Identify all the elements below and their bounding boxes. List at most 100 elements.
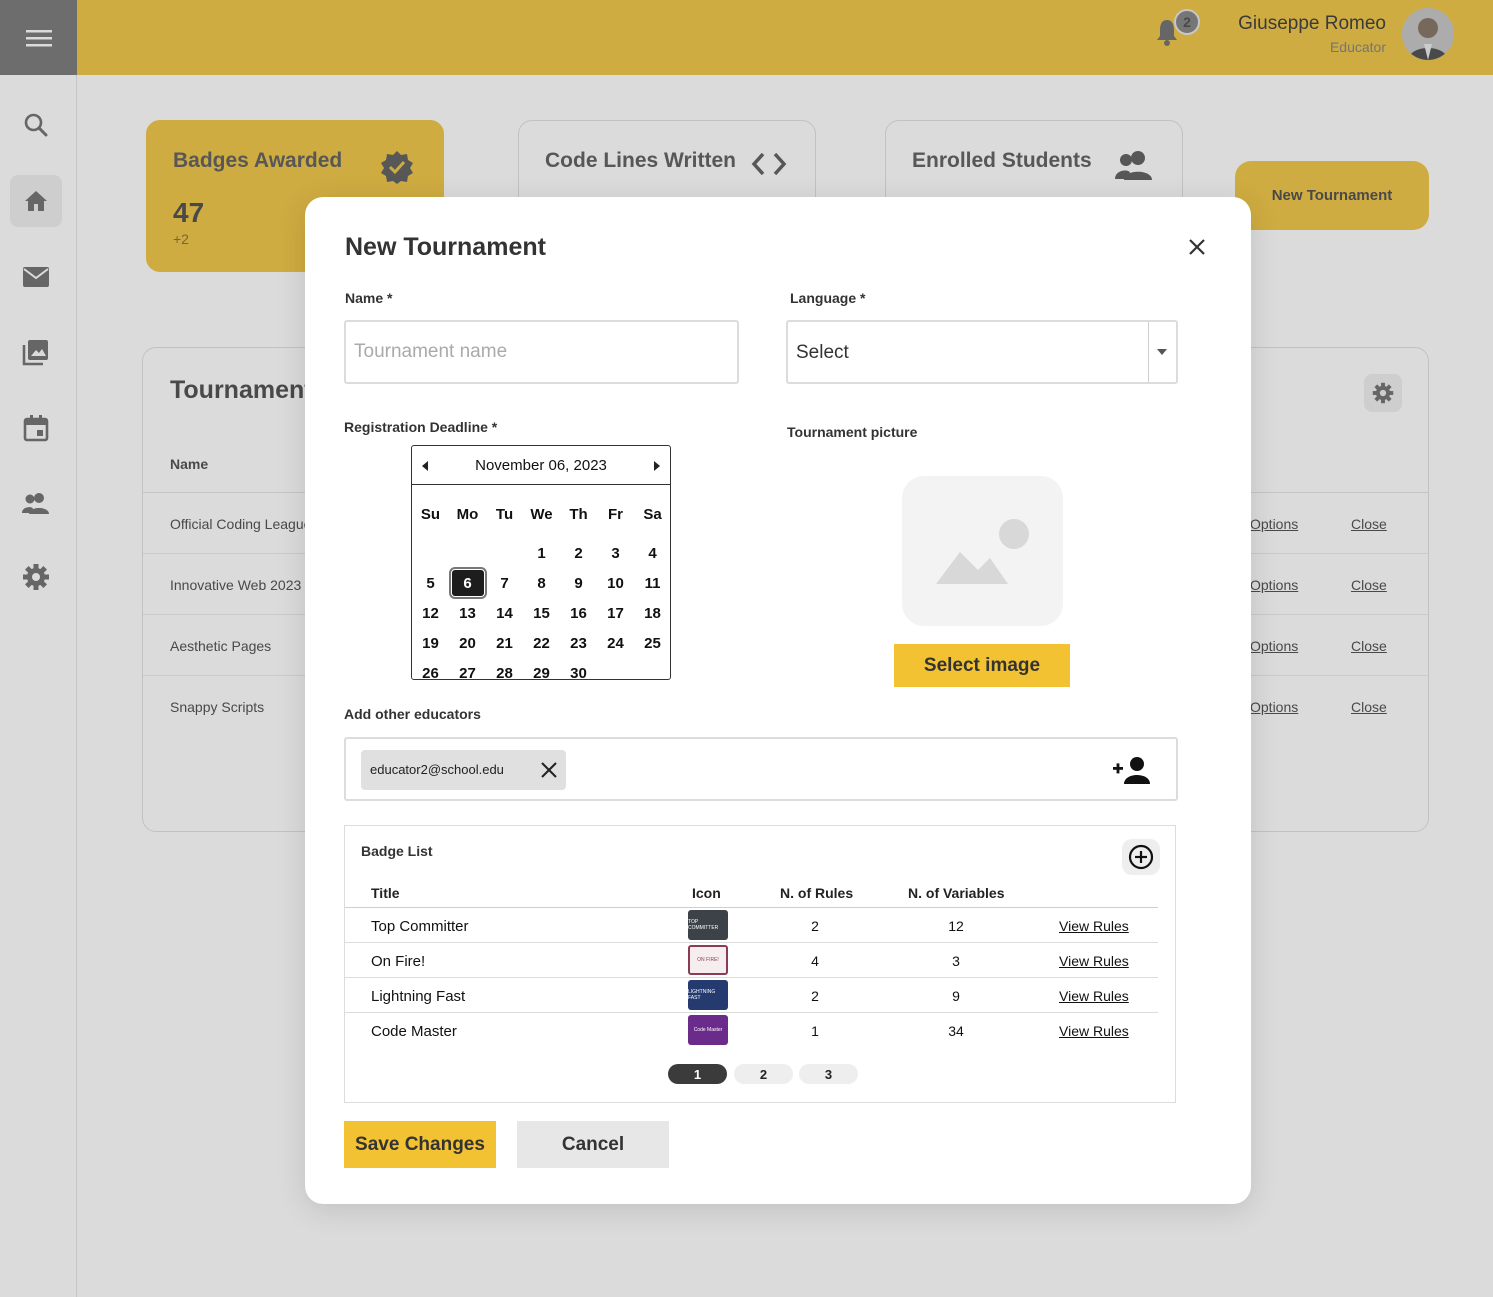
new-tournament-modal: New Tournament Name * Language * Select … [305, 197, 1251, 1204]
weekday-label: Tu [495, 505, 514, 523]
badge-variables-count: 12 [948, 918, 964, 934]
badge-title: Lightning Fast [371, 988, 466, 1005]
badge-thumbnail: ON FIRE! [688, 945, 728, 975]
image-placeholder [902, 476, 1063, 626]
calendar-day[interactable]: 29 [523, 658, 560, 688]
calendar-day-selected[interactable]: 6 [448, 567, 487, 599]
badge-rules-count: 4 [811, 953, 819, 969]
select-divider [1148, 322, 1149, 382]
badge-thumbnail: Code Master [688, 1015, 728, 1045]
weekday-label: Th [569, 505, 588, 523]
language-select-value: Select [796, 342, 849, 363]
selected-day-label: 6 [448, 567, 487, 599]
calendar-day[interactable]: 22 [523, 628, 560, 658]
calendar-day[interactable]: 23 [560, 628, 597, 658]
educator-chip-label: educator2@school.edu [370, 762, 504, 777]
calendar-week: 12 13 14 15 16 17 18 [412, 598, 672, 628]
weekday-label: Su [420, 505, 441, 523]
deadline-label: Registration Deadline * [344, 419, 498, 435]
calendar-day[interactable]: 24 [597, 628, 634, 658]
add-badge-button[interactable] [1122, 839, 1160, 875]
badge-variables-count: 34 [948, 1023, 964, 1039]
badge-list-title: Badge List [361, 843, 433, 859]
calendar-day[interactable]: 10 [597, 568, 634, 598]
calendar-empty-cell [634, 658, 671, 688]
calendar-day[interactable]: 9 [560, 568, 597, 598]
badge-rules-count: 1 [811, 1023, 819, 1039]
calendar-day[interactable]: 21 [486, 628, 523, 658]
calendar-day[interactable]: 4 [634, 538, 671, 568]
calendar-day[interactable]: 19 [412, 628, 449, 658]
calendar-week: 19 20 21 22 23 24 25 [412, 628, 672, 658]
caret-right-icon[interactable] [654, 461, 660, 471]
badge-list-panel: Badge List Title Icon N. of Rules N. of … [344, 825, 1176, 1103]
view-rules-link[interactable]: View Rules [1059, 918, 1129, 934]
weekday-label: Fr [608, 505, 623, 523]
calendar-empty-cell [412, 538, 449, 568]
calendar-month-label: November 06, 2023 [475, 457, 607, 474]
plus-circle-icon [1128, 844, 1154, 870]
table-row: Code Master Code Master 1 34 View Rules [345, 1013, 1158, 1048]
tournament-name-input[interactable] [344, 320, 739, 384]
calendar-empty-cell [486, 538, 523, 568]
calendar-day[interactable]: 3 [597, 538, 634, 568]
calendar-day[interactable]: 7 [486, 568, 523, 598]
calendar-day[interactable]: 8 [523, 568, 560, 598]
educators-label: Add other educators [344, 706, 481, 722]
calendar-empty-cell [597, 658, 634, 688]
page-button-3[interactable]: 3 [799, 1064, 858, 1084]
calendar-day[interactable]: 11 [634, 568, 671, 598]
calendar-day[interactable]: 27 [449, 658, 486, 688]
calendar-day[interactable]: 26 [412, 658, 449, 688]
view-rules-link[interactable]: View Rules [1059, 953, 1129, 969]
calendar-day[interactable]: 18 [634, 598, 671, 628]
page-button-2[interactable]: 2 [734, 1064, 793, 1084]
badge-title: Code Master [371, 1023, 457, 1040]
calendar-week: 1234 [412, 538, 672, 568]
view-rules-link[interactable]: View Rules [1059, 1023, 1129, 1039]
calendar-day[interactable]: 28 [486, 658, 523, 688]
view-rules-link[interactable]: View Rules [1059, 988, 1129, 1004]
name-label: Name * [345, 290, 393, 306]
table-row: Top Committer TOP COMMITTER 2 12 View Ru… [345, 908, 1158, 943]
remove-icon[interactable] [540, 761, 558, 779]
calendar-day[interactable]: 2 [560, 538, 597, 568]
educator-chip: educator2@school.edu [361, 750, 566, 790]
calendar-week: 5 6 7 8 9 10 11 [412, 567, 672, 599]
calendar-day[interactable]: 15 [523, 598, 560, 628]
badge-thumbnail: LIGHTNING FAST [688, 980, 728, 1010]
calendar-grid: Su Mo Tu We Th Fr Sa 1 2 3 4 5 6 7 8 9 10 11 12 13 14 15 16 17 1… [412, 503, 672, 688]
add-person-icon[interactable] [1112, 755, 1152, 785]
table-row: On Fire! ON FIRE! 4 3 View Rules [345, 943, 1158, 978]
rules-column-header: N. of Rules [780, 885, 854, 901]
badge-thumbnail: TOP COMMITTER [688, 910, 728, 940]
select-image-button[interactable]: Select image [894, 644, 1070, 687]
calendar-day[interactable]: 30 [560, 658, 597, 688]
language-label: Language * [790, 290, 866, 306]
calendar-day[interactable]: 25 [634, 628, 671, 658]
image-icon [936, 519, 1029, 584]
table-row: Lightning Fast LIGHTNING FAST 2 9 View R… [345, 978, 1158, 1013]
calendar-day[interactable]: 5 [412, 568, 449, 598]
page-button-1[interactable]: 1 [668, 1064, 727, 1084]
cancel-button[interactable]: Cancel [517, 1121, 669, 1168]
chevron-down-icon [1157, 349, 1167, 355]
badge-rules-count: 2 [811, 988, 819, 1004]
weekday-row: Su Mo Tu We Th Fr Sa [412, 503, 672, 533]
date-picker: November 06, 2023 Su Mo Tu We Th Fr Sa 1 2 3 4 5 6 7 8… [411, 445, 671, 682]
calendar-day[interactable]: 12 [412, 598, 449, 628]
calendar-day[interactable]: 17 [597, 598, 634, 628]
variables-column-header: N. of Variables [908, 885, 1005, 901]
calendar-day[interactable]: 1 [523, 538, 560, 568]
calendar-day[interactable]: 16 [560, 598, 597, 628]
language-select[interactable]: Select [786, 320, 1178, 384]
badge-title: Top Committer [371, 918, 469, 935]
badge-variables-count: 9 [952, 988, 960, 1004]
calendar-day[interactable]: 13 [449, 598, 486, 628]
save-changes-button[interactable]: Save Changes [344, 1121, 496, 1168]
badge-variables-count: 3 [952, 953, 960, 969]
close-icon[interactable] [1185, 235, 1209, 259]
calendar-day[interactable]: 14 [486, 598, 523, 628]
educators-input[interactable]: educator2@school.edu [344, 737, 1178, 801]
calendar-day[interactable]: 20 [449, 628, 486, 658]
